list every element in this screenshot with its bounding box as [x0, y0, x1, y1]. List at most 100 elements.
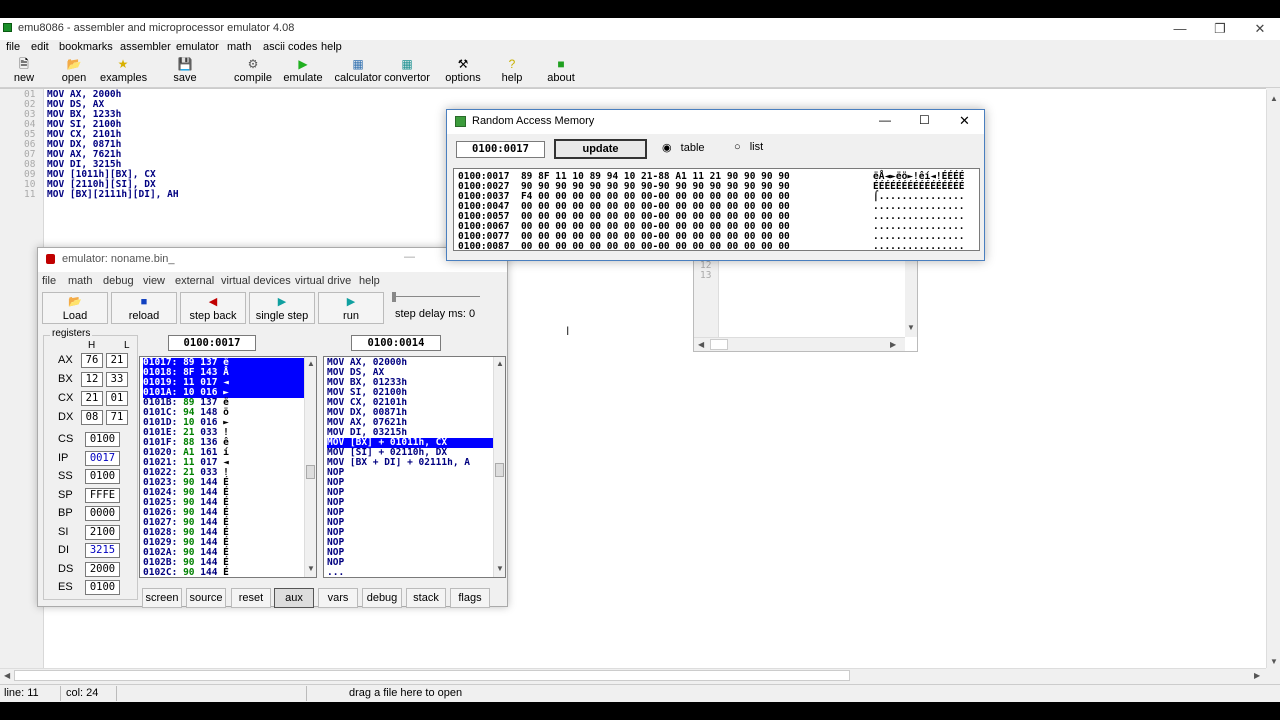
disasm-row[interactable]: MOV AX, 02000h: [327, 358, 494, 368]
run-button[interactable]: ▶ run: [318, 292, 384, 324]
ram-close-button[interactable]: ✕: [959, 113, 970, 129]
scroll-up-icon[interactable]: ▲: [1270, 94, 1278, 103]
disasm-row[interactable]: MOV CX, 02101h: [327, 398, 494, 408]
memory-address-input[interactable]: 0100:0017: [168, 335, 256, 351]
restore-button[interactable]: ❐: [1200, 18, 1240, 40]
emu-menu-math[interactable]: math: [68, 275, 92, 287]
emu-menu-file[interactable]: file: [42, 275, 56, 287]
disasm-row[interactable]: NOP: [327, 478, 494, 488]
menu-assembler[interactable]: assembler: [120, 41, 171, 53]
emulate-button[interactable]: ▶ emulate: [282, 56, 324, 88]
disasm-row[interactable]: ...: [327, 568, 494, 577]
disasm-row[interactable]: MOV [BX + DI] + 02111h, A: [327, 458, 494, 468]
menu-file[interactable]: file: [6, 41, 20, 53]
disasm-row[interactable]: NOP: [327, 528, 494, 538]
reg-dx-high[interactable]: 08: [81, 410, 103, 425]
single-step-button[interactable]: ▶ single step: [249, 292, 315, 324]
disasm-row[interactable]: MOV DX, 00871h: [327, 408, 494, 418]
mem-scroll-up-icon[interactable]: ▲: [307, 359, 315, 368]
disasm-row[interactable]: NOP: [327, 548, 494, 558]
examples-button[interactable]: ★ examples: [100, 56, 147, 88]
menu-ascii-codes[interactable]: ascii codes: [263, 41, 317, 53]
debug-button[interactable]: debug: [362, 588, 402, 608]
open-button[interactable]: 📂 open: [56, 56, 92, 88]
reg-ip-value[interactable]: 0017: [85, 450, 120, 466]
step-back-button[interactable]: ◀ step back: [180, 292, 246, 324]
ram-row[interactable]: 0100:0087 00 00 00 00 00 00 00 00-00 00 …: [458, 242, 790, 251]
emulator-minimize-button[interactable]: —: [404, 251, 415, 263]
menu-edit[interactable]: edit: [31, 41, 49, 53]
step-delay-slider-handle[interactable]: [392, 292, 396, 302]
disasm-row[interactable]: MOV DI, 03215h: [327, 428, 494, 438]
reg-di-value[interactable]: 3215: [85, 543, 120, 558]
memory-list-scrollbar[interactable]: ▲ ▼: [304, 357, 316, 577]
scroll-left-icon[interactable]: ◀: [4, 671, 10, 680]
reg-ss-value[interactable]: 0100: [85, 469, 120, 484]
emu-menu-debug[interactable]: debug: [103, 275, 134, 287]
options-button[interactable]: ⚒ options: [444, 56, 482, 88]
save-button[interactable]: 💾 save: [170, 56, 200, 88]
disasm-row[interactable]: NOP: [327, 468, 494, 478]
flags-button[interactable]: flags: [450, 588, 490, 608]
screen-button[interactable]: screen: [142, 588, 182, 608]
emu-menu-virtual-drive[interactable]: virtual drive: [295, 275, 351, 287]
bg-hscroll-thumb[interactable]: [710, 339, 728, 350]
ram-address-input[interactable]: 0100:0017: [456, 141, 545, 158]
load-button[interactable]: 📂 Load: [42, 292, 108, 324]
menu-math[interactable]: math: [227, 41, 251, 53]
minimize-button[interactable]: —: [1160, 18, 1200, 40]
reg-ax-high[interactable]: 76: [81, 353, 103, 368]
dis-scroll-up-icon[interactable]: ▲: [496, 359, 504, 368]
compile-button[interactable]: ⚙ compile: [233, 56, 273, 88]
disasm-row[interactable]: MOV BX, 01233h: [327, 378, 494, 388]
convertor-button[interactable]: ▦ convertor: [384, 56, 430, 88]
editor-horizontal-scrollbar[interactable]: ◀ ▶: [0, 668, 1266, 682]
ram-minimize-button[interactable]: —: [879, 113, 891, 127]
reg-bx-low[interactable]: 33: [106, 372, 128, 387]
disasm-row[interactable]: MOV SI, 02100h: [327, 388, 494, 398]
emu-menu-external[interactable]: external: [175, 275, 214, 287]
menu-help[interactable]: help: [321, 41, 342, 53]
disassembly-list[interactable]: MOV AX, 02000h MOV DS, AX MOV BX, 01233h MO…: [323, 356, 506, 578]
scroll-right-icon[interactable]: ▶: [1254, 671, 1260, 680]
disasm-row[interactable]: NOP: [327, 498, 494, 508]
memory-row[interactable]: 0102C: 90 144 É: [143, 568, 305, 578]
scroll-down-icon[interactable]: ▼: [1270, 657, 1278, 666]
disasm-list-scrollbar[interactable]: ▲ ▼: [493, 357, 505, 577]
ram-hex-table[interactable]: 0100:0017 89 8F 11 10 89 94 10 21-88 A1 …: [453, 168, 980, 251]
close-button[interactable]: ✕: [1240, 18, 1280, 40]
reg-es-value[interactable]: 0100: [85, 580, 120, 595]
disasm-row[interactable]: MOV [BX] + 01011h, CX: [327, 438, 494, 448]
reload-button[interactable]: ■ reload: [111, 292, 177, 324]
menu-bookmarks[interactable]: bookmarks: [59, 41, 113, 53]
emu-menu-view[interactable]: view: [143, 275, 165, 287]
reg-bx-high[interactable]: 12: [81, 372, 103, 387]
bg-scroll-down-icon[interactable]: ▼: [907, 323, 915, 332]
help-button[interactable]: ? help: [500, 56, 524, 88]
bg-scroll-right-icon[interactable]: ▶: [890, 340, 896, 349]
step-delay-slider[interactable]: [392, 296, 480, 300]
source-button[interactable]: source: [186, 588, 226, 608]
memory-list[interactable]: 01017: 89 137 ë 01018: 8F 143 Å 01019: 11 …: [139, 356, 317, 578]
reg-si-value[interactable]: 2100: [85, 524, 120, 540]
disasm-row[interactable]: NOP: [327, 518, 494, 528]
disasm-row[interactable]: NOP: [327, 538, 494, 548]
ram-list-radio[interactable]: ○ list: [734, 141, 763, 153]
reg-sp-value[interactable]: FFFE: [85, 487, 120, 503]
reset-button[interactable]: reset: [231, 588, 271, 608]
bg-scroll-left-icon[interactable]: ◀: [698, 340, 704, 349]
stack-button[interactable]: stack: [406, 588, 446, 608]
emu-menu-virtual-devices[interactable]: virtual devices: [221, 275, 291, 287]
emu-menu-help[interactable]: help: [359, 275, 380, 287]
hscroll-thumb[interactable]: [14, 670, 850, 681]
menu-emulator[interactable]: emulator: [176, 41, 219, 53]
reg-bp-value[interactable]: 0000: [85, 506, 120, 521]
ram-update-button[interactable]: update: [554, 139, 647, 159]
disasm-row[interactable]: NOP: [327, 508, 494, 518]
editor-vertical-scrollbar[interactable]: ▲ ▼: [1266, 90, 1280, 668]
disasm-row[interactable]: MOV DS, AX: [327, 368, 494, 378]
reg-cs-value[interactable]: 0100: [85, 432, 120, 447]
new-button[interactable]: 🗎 new: [8, 56, 40, 88]
reg-cx-low[interactable]: 01: [106, 391, 128, 406]
ram-table-radio[interactable]: ◉ table: [662, 141, 705, 154]
